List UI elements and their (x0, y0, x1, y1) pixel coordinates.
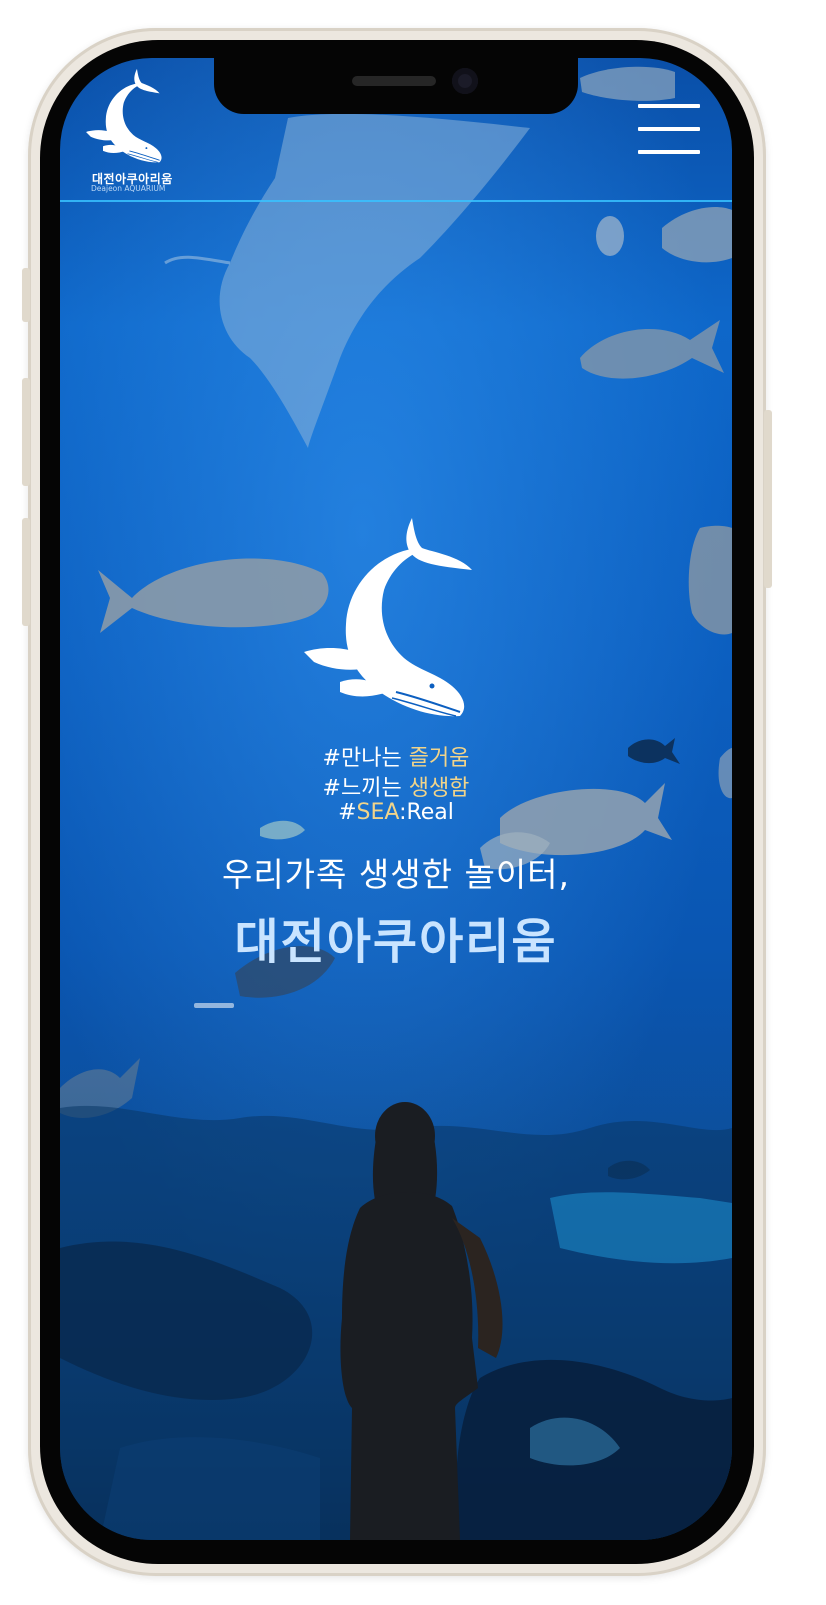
speaker-grille (352, 76, 436, 86)
phone-volume-down-button (22, 518, 30, 626)
phone-side-button (22, 268, 30, 322)
hashtag-2-prefix: #느끼는 (322, 776, 409, 801)
hashtag-1-highlight: 즐거움 (408, 746, 470, 771)
hashtag-3-suffix: :Real (399, 800, 454, 825)
hashtag-line-1: #만나는 즐거움 (60, 740, 732, 772)
phone-notch (214, 58, 578, 114)
logo-subtitle: Deajeon AQUARIUM (91, 184, 166, 193)
header-divider (60, 200, 732, 202)
hashtag-2-highlight: 생생함 (408, 776, 470, 801)
hamburger-menu-icon[interactable] (638, 104, 700, 154)
menu-bar-bottom (638, 150, 700, 154)
site-logo[interactable]: 대전아쿠아리움 Deajeon AQUARIUM (78, 66, 178, 193)
app-screen: 대전아쿠아리움 Deajeon AQUARIUM #만나는 즐거움 #느끼는 생… (60, 58, 732, 1540)
hashtag-line-2: #느끼는 생생함 (60, 770, 732, 802)
hashtag-line-3: #SEA:Real (60, 800, 732, 825)
hero-subtitle: 우리가족 생생한 놀이터, (221, 855, 571, 894)
phone-volume-up-button (22, 378, 30, 486)
front-camera (452, 68, 478, 94)
hero-title: 대전아쿠아리움 (234, 914, 558, 970)
menu-bar-top (638, 104, 700, 108)
whale-emblem-icon (304, 518, 472, 717)
phone-power-button (764, 410, 772, 588)
menu-bar-middle (638, 127, 700, 131)
hashtag-3-highlight: SEA (356, 800, 400, 825)
hashtag-1-prefix: #만나는 (322, 746, 409, 771)
whale-logo-icon (86, 68, 162, 163)
hashtag-3-prefix: # (338, 800, 357, 825)
